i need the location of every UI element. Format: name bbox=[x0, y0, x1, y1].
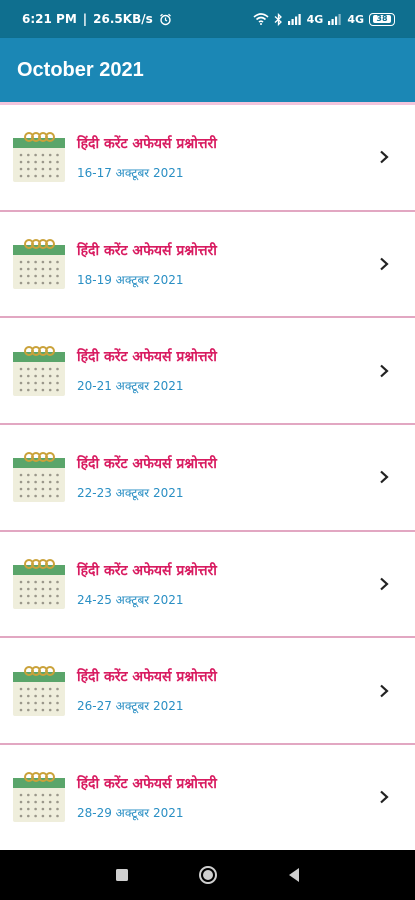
item-date: 16-17 अक्टूबर 2021 bbox=[77, 165, 184, 180]
app-bar: October 2021 bbox=[0, 38, 415, 102]
item-title: हिंदी करेंट अफेयर्स प्रश्नोत्तरी bbox=[77, 349, 217, 366]
item-text: हिंदी करेंट अफेयर्स प्रश्नोत्तरी 26-27 अ… bbox=[77, 667, 373, 714]
item-text: हिंदी करेंट अफेयर्स प्रश्नोत्तरी 24-25 अ… bbox=[77, 561, 373, 608]
circle-icon bbox=[198, 866, 217, 884]
home-button[interactable] bbox=[165, 865, 251, 885]
chevron-right-icon[interactable] bbox=[373, 466, 395, 488]
quiz-list: हिंदी करेंट अफेयर्स प्रश्नोत्तरी 16-17 अ… bbox=[0, 102, 415, 850]
list-item[interactable]: हिंदी करेंट अफेयर्स प्रश्नोत्तरी 16-17 अ… bbox=[0, 105, 415, 212]
item-text: हिंदी करेंट अफेयर्स प्रश्नोत्तरी 16-17 अ… bbox=[77, 134, 373, 181]
square-icon bbox=[115, 869, 128, 881]
status-separator: | bbox=[82, 12, 88, 26]
status-right: 4G 4G 38 bbox=[253, 12, 395, 26]
item-date: 26-27 अक्टूबर 2021 bbox=[77, 699, 184, 714]
signal-icon-1 bbox=[287, 13, 302, 25]
chevron-right-icon[interactable] bbox=[373, 680, 395, 702]
page-title: October 2021 bbox=[17, 58, 144, 81]
item-title: हिंदी करेंट अफेयर्स प्रश्नोत्तरी bbox=[77, 562, 217, 579]
calendar-icon bbox=[12, 450, 66, 504]
status-network-speed: 26.5KB/s bbox=[93, 12, 153, 26]
bluetooth-icon bbox=[274, 12, 283, 26]
item-title: हिंदी करेंट अफेयर्स प्रश्नोत्तरी bbox=[77, 775, 217, 792]
calendar-icon bbox=[12, 130, 66, 184]
chevron-right-icon[interactable] bbox=[373, 786, 395, 808]
alarm-icon bbox=[159, 13, 172, 26]
calendar-icon bbox=[12, 237, 66, 291]
signal-icon-2 bbox=[328, 13, 342, 25]
item-text: हिंदी करेंट अफेयर्स प्रश्नोत्तरी 20-21 अ… bbox=[77, 347, 373, 394]
item-text: हिंदी करेंट अफेयर्स प्रश्नोत्तरी 18-19 अ… bbox=[77, 241, 373, 288]
wifi-icon bbox=[253, 13, 269, 25]
calendar-icon bbox=[12, 557, 66, 611]
status-left: 6:21 PM | 26.5KB/s bbox=[22, 12, 172, 26]
triangle-back-icon bbox=[288, 868, 299, 882]
network-type-2: 4G bbox=[347, 12, 364, 26]
chevron-right-icon[interactable] bbox=[373, 573, 395, 595]
status-time: 6:21 PM bbox=[22, 12, 77, 26]
battery-level: 38 bbox=[373, 15, 391, 23]
chevron-right-icon[interactable] bbox=[373, 253, 395, 275]
chevron-right-icon[interactable] bbox=[373, 360, 395, 382]
item-date: 18-19 अक्टूबर 2021 bbox=[77, 272, 184, 287]
item-date: 22-23 अक्टूबर 2021 bbox=[77, 485, 184, 500]
list-item[interactable]: हिंदी करेंट अफेयर्स प्रश्नोत्तरी 28-29 अ… bbox=[0, 745, 415, 850]
item-title: हिंदी करेंट अफेयर्स प्रश्नोत्तरी bbox=[77, 455, 217, 472]
list-item[interactable]: हिंदी करेंट अफेयर्स प्रश्नोत्तरी 24-25 अ… bbox=[0, 531, 415, 639]
item-date: 24-25 अक्टूबर 2021 bbox=[77, 592, 184, 607]
calendar-icon bbox=[12, 770, 66, 824]
item-text: हिंदी करेंट अफेयर्स प्रश्नोत्तरी 22-23 अ… bbox=[77, 454, 373, 501]
back-button[interactable] bbox=[251, 867, 337, 883]
list-item[interactable]: हिंदी करेंट अफेयर्स प्रश्नोत्तरी 18-19 अ… bbox=[0, 211, 415, 319]
item-text: हिंदी करेंट अफेयर्स प्रश्नोत्तरी 28-29 अ… bbox=[77, 774, 373, 821]
list-item[interactable]: हिंदी करेंट अफेयर्स प्रश्नोत्तरी 20-21 अ… bbox=[0, 318, 415, 426]
navigation-bar bbox=[0, 850, 415, 900]
item-title: हिंदी करेंट अफेयर्स प्रश्नोत्तरी bbox=[77, 242, 217, 259]
chevron-right-icon[interactable] bbox=[373, 146, 395, 168]
battery-icon: 38 bbox=[369, 12, 395, 26]
item-date: 28-29 अक्टूबर 2021 bbox=[77, 805, 184, 820]
status-bar: 6:21 PM | 26.5KB/s 4G 4G 38 bbox=[0, 0, 415, 38]
list-item[interactable]: हिंदी करेंट अफेयर्स प्रश्नोत्तरी 22-23 अ… bbox=[0, 425, 415, 532]
calendar-icon bbox=[12, 344, 66, 398]
item-date: 20-21 अक्टूबर 2021 bbox=[77, 379, 184, 394]
list-item[interactable]: हिंदी करेंट अफेयर्स प्रश्नोत्तरी 26-27 अ… bbox=[0, 638, 415, 746]
calendar-icon bbox=[12, 664, 66, 718]
recents-button[interactable] bbox=[79, 868, 165, 882]
network-type-1: 4G bbox=[306, 12, 324, 26]
item-title: हिंदी करेंट अफेयर्स प्रश्नोत्तरी bbox=[77, 135, 217, 152]
item-title: हिंदी करेंट अफेयर्स प्रश्नोत्तरी bbox=[77, 669, 217, 686]
